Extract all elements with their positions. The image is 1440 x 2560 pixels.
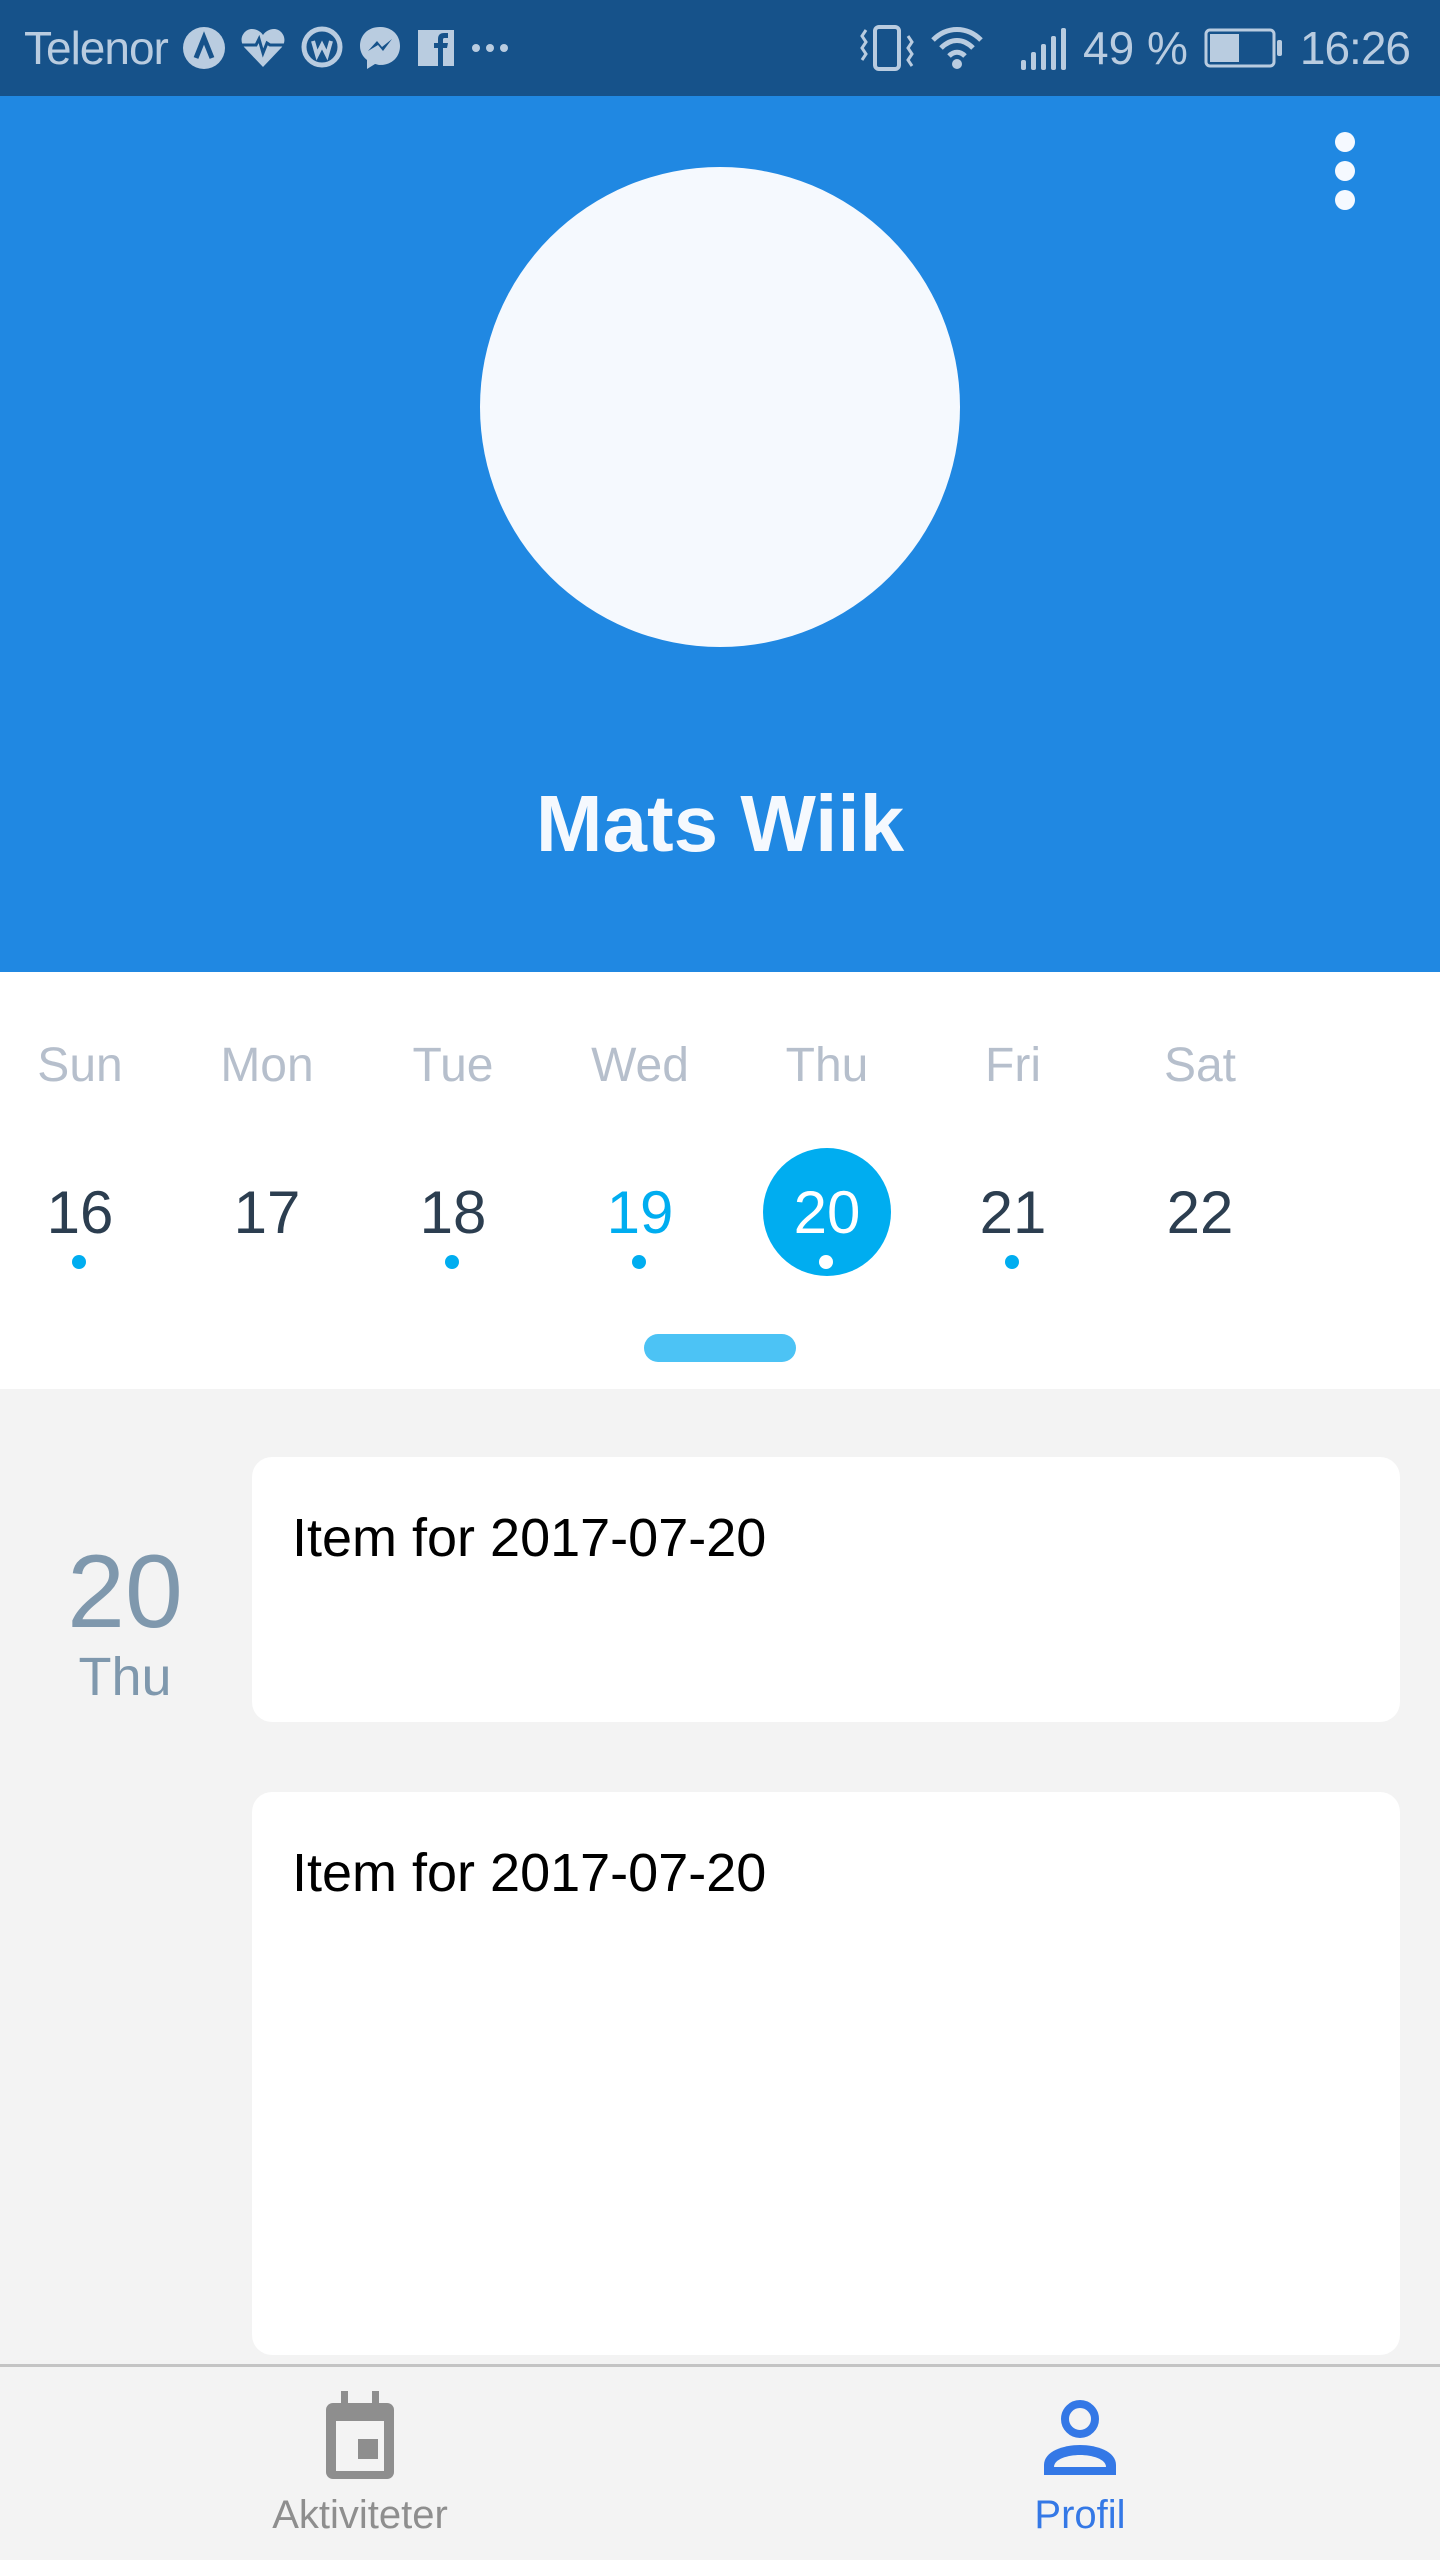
day-cell-sat[interactable]: Sat 22 — [1120, 972, 1280, 1389]
facebook-icon — [416, 28, 456, 68]
more-options-button[interactable] — [1310, 126, 1380, 216]
day-name: Wed — [591, 1039, 689, 1092]
agenda-date-number: 20 — [67, 1534, 183, 1650]
agenda-list[interactable]: 20 Thu Item for 2017-07-20 Item for 2017… — [0, 1389, 1440, 2364]
day-name: Sun — [37, 1039, 123, 1092]
signal-icon — [1019, 26, 1067, 70]
clock: 16:26 — [1299, 22, 1411, 74]
status-bar: Telenor 49 % 16:26 — [0, 0, 1440, 96]
more-notifications-icon — [470, 42, 510, 54]
tab-label: Aktiviteter — [272, 2493, 448, 2537]
agenda-item[interactable]: Item for 2017-07-20 — [252, 1457, 1400, 1722]
workplace-icon — [300, 25, 344, 71]
day-name: Fri — [985, 1039, 1041, 1092]
day-name: Thu — [785, 1039, 869, 1092]
agenda-date-label: 20 Thu — [40, 1537, 210, 1707]
day-number: 20 — [793, 1178, 861, 1246]
event-dot-indicator — [72, 1255, 86, 1269]
health-heart-icon — [240, 27, 286, 69]
day-cell-wed[interactable]: Wed 19 — [560, 972, 720, 1389]
app-a-icon — [182, 26, 226, 70]
vibrate-icon — [859, 24, 915, 72]
tab-label: Profil — [1034, 2493, 1126, 2537]
day-number-wrap: 17 — [203, 1148, 331, 1276]
day-name: Sat — [1163, 1039, 1237, 1092]
event-dot-indicator — [632, 1255, 646, 1269]
event-dot-indicator — [1005, 1255, 1019, 1269]
wifi-icon — [931, 26, 983, 70]
profile-header: Mats Wiik — [0, 96, 1440, 972]
day-number-wrap: 22 — [1136, 1148, 1264, 1276]
person-icon — [1044, 2400, 1116, 2475]
calendar-expand-handle[interactable] — [644, 1334, 796, 1362]
profile-name: Mats Wiik — [535, 779, 905, 868]
agenda-date-weekday: Thu — [78, 1647, 172, 1707]
battery-percent: 49 % — [1083, 22, 1188, 74]
week-calendar-strip: Sun 16 Mon 17 Tue 18 Wed 19 Thu 20 Fri 21 Sat 22 — [0, 972, 1440, 1389]
day-number: 17 — [233, 1178, 301, 1246]
calendar-icon — [326, 2391, 394, 2479]
day-number: 16 — [46, 1178, 114, 1246]
agenda-item[interactable]: Item for 2017-07-20 — [252, 1792, 1400, 2355]
carrier-name: Telenor — [24, 22, 169, 74]
day-number: 21 — [979, 1178, 1047, 1246]
agenda-item-title: Item for 2017-07-20 — [292, 1843, 767, 1903]
messenger-icon — [358, 25, 402, 71]
day-number: 22 — [1166, 1178, 1234, 1246]
day-cell-tue[interactable]: Tue 18 — [373, 972, 533, 1389]
day-cell-mon[interactable]: Mon 17 — [187, 972, 347, 1389]
day-cell-thu[interactable]: Thu 20 — [747, 972, 907, 1389]
day-number: 19 — [606, 1178, 674, 1246]
day-cell-fri[interactable]: Fri 21 — [933, 972, 1093, 1389]
day-number: 18 — [419, 1178, 487, 1246]
bottom-navigation: Aktiviteter Profil — [0, 2364, 1440, 2560]
agenda-item-title: Item for 2017-07-20 — [292, 1508, 767, 1568]
more-vert-icon — [1335, 132, 1355, 152]
day-cell-sun[interactable]: Sun 16 — [0, 972, 160, 1389]
avatar[interactable] — [480, 167, 960, 647]
event-dot-indicator — [819, 1255, 833, 1269]
day-name: Tue — [412, 1039, 494, 1092]
battery-icon — [1204, 28, 1284, 68]
day-name: Mon — [220, 1039, 314, 1092]
event-dot-indicator — [445, 1255, 459, 1269]
tab-aktiviteter[interactable]: Aktiviteter — [0, 2367, 720, 2560]
tab-profil[interactable]: Profil — [720, 2367, 1440, 2560]
